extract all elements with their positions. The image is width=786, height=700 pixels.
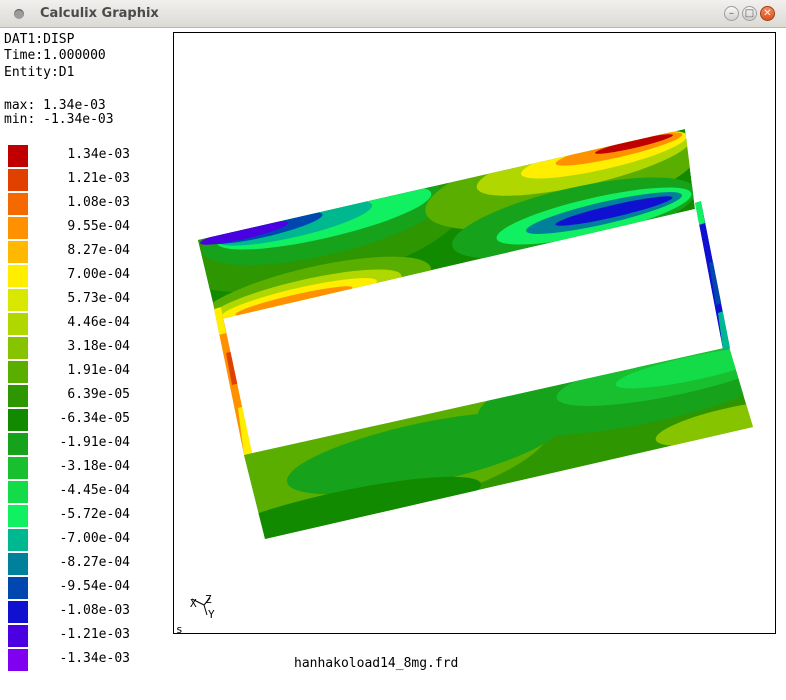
legend-label: -5.72e-04 bbox=[59, 507, 130, 522]
legend-swatch bbox=[8, 337, 28, 359]
legend-row: -1.21e-03 bbox=[8, 624, 168, 648]
legend-swatch bbox=[8, 553, 28, 575]
legend-row: -1.91e-04 bbox=[8, 432, 168, 456]
legend-label: 9.55e-04 bbox=[67, 219, 130, 234]
legend-row: 1.34e-03 bbox=[8, 144, 168, 168]
legend-swatch bbox=[8, 217, 28, 239]
legend-row: 3.18e-04 bbox=[8, 336, 168, 360]
maximize-button[interactable]: □ bbox=[742, 6, 757, 21]
legend-swatch bbox=[8, 505, 28, 527]
legend-row: 5.73e-04 bbox=[8, 288, 168, 312]
dataset-entity: Entity:D1 bbox=[4, 65, 75, 80]
legend-swatch bbox=[8, 601, 28, 623]
legend-label: 1.34e-03 bbox=[67, 147, 130, 162]
legend-label: -7.00e-04 bbox=[59, 531, 130, 546]
legend-row: 1.08e-03 bbox=[8, 192, 168, 216]
legend-row: -9.54e-04 bbox=[8, 576, 168, 600]
axis-triad: X Z Y bbox=[190, 593, 215, 621]
legend-row: -1.08e-03 bbox=[8, 600, 168, 624]
legend-label: -8.27e-04 bbox=[59, 555, 130, 570]
legend-row: 1.91e-04 bbox=[8, 360, 168, 384]
legend-swatch bbox=[8, 265, 28, 287]
legend-label: 3.18e-04 bbox=[67, 339, 130, 354]
legend-swatch bbox=[8, 409, 28, 431]
legend-label: 8.27e-04 bbox=[67, 243, 130, 258]
z-axis-label: Z bbox=[205, 593, 212, 606]
color-legend: 1.34e-03 1.21e-03 1.08e-03 9.55e-04 8.27e-04… bbox=[8, 144, 168, 672]
min-value: min: -1.34e-03 bbox=[4, 112, 114, 127]
bottom-beam bbox=[244, 347, 753, 539]
legend-swatch bbox=[8, 625, 28, 647]
viewport-corner-label: s bbox=[176, 623, 183, 634]
legend-swatch bbox=[8, 193, 28, 215]
legend-swatch bbox=[8, 361, 28, 383]
legend-label: 6.39e-05 bbox=[67, 387, 130, 402]
legend-swatch bbox=[8, 457, 28, 479]
legend-swatch bbox=[8, 169, 28, 191]
close-button[interactable]: ✕ bbox=[760, 6, 775, 21]
legend-label: -4.45e-04 bbox=[59, 483, 130, 498]
legend-row: -8.27e-04 bbox=[8, 552, 168, 576]
legend-swatch bbox=[8, 481, 28, 503]
top-beam bbox=[198, 129, 695, 320]
legend-label: 1.21e-03 bbox=[67, 171, 130, 186]
legend-swatch bbox=[8, 241, 28, 263]
legend-row: 7.00e-04 bbox=[8, 264, 168, 288]
y-axis-label: Y bbox=[208, 608, 215, 621]
legend-label: 1.91e-04 bbox=[67, 363, 130, 378]
legend-label: -1.21e-03 bbox=[59, 627, 130, 642]
legend-row: -7.00e-04 bbox=[8, 528, 168, 552]
legend-swatch bbox=[8, 313, 28, 335]
legend-swatch bbox=[8, 145, 28, 167]
window-title: Calculix Graphix bbox=[40, 6, 159, 21]
render-viewport[interactable]: X Z Y s bbox=[173, 32, 776, 634]
fem-plot: X Z Y s bbox=[176, 129, 753, 634]
legend-row: 4.46e-04 bbox=[8, 312, 168, 336]
legend-row: -6.34e-05 bbox=[8, 408, 168, 432]
left-post bbox=[214, 307, 252, 455]
legend-row: -1.34e-03 bbox=[8, 648, 168, 672]
legend-row: 8.27e-04 bbox=[8, 240, 168, 264]
legend-row: 1.21e-03 bbox=[8, 168, 168, 192]
legend-label: -1.91e-04 bbox=[59, 435, 130, 450]
legend-swatch bbox=[8, 577, 28, 599]
legend-row: -5.72e-04 bbox=[8, 504, 168, 528]
legend-label: -1.34e-03 bbox=[59, 651, 130, 666]
legend-label: -6.34e-05 bbox=[59, 411, 130, 426]
title-bar[interactable]: Calculix Graphix – □ ✕ bbox=[0, 0, 786, 28]
legend-swatch bbox=[8, 289, 28, 311]
legend-label: -9.54e-04 bbox=[59, 579, 130, 594]
legend-swatch bbox=[8, 433, 28, 455]
legend-swatch bbox=[8, 385, 28, 407]
app-menu-icon[interactable] bbox=[14, 9, 24, 19]
legend-row: -3.18e-04 bbox=[8, 456, 168, 480]
legend-label: 5.73e-04 bbox=[67, 291, 130, 306]
x-axis-label: X bbox=[190, 597, 197, 610]
legend-row: 9.55e-04 bbox=[8, 216, 168, 240]
legend-label: 1.08e-03 bbox=[67, 195, 130, 210]
legend-label: 7.00e-04 bbox=[67, 267, 130, 282]
right-post bbox=[695, 201, 730, 350]
legend-row: -4.45e-04 bbox=[8, 480, 168, 504]
legend-label: 4.46e-04 bbox=[67, 315, 130, 330]
legend-swatch bbox=[8, 649, 28, 671]
dataset-time: Time:1.000000 bbox=[4, 48, 106, 63]
legend-label: -3.18e-04 bbox=[59, 459, 130, 474]
legend-label: -1.08e-03 bbox=[59, 603, 130, 618]
legend-swatch bbox=[8, 529, 28, 551]
legend-row: 6.39e-05 bbox=[8, 384, 168, 408]
filename-label: hanhakoload14_8mg.frd bbox=[294, 656, 459, 671]
minimize-button[interactable]: – bbox=[724, 6, 739, 21]
dataset-name: DAT1:DISP bbox=[4, 32, 75, 47]
